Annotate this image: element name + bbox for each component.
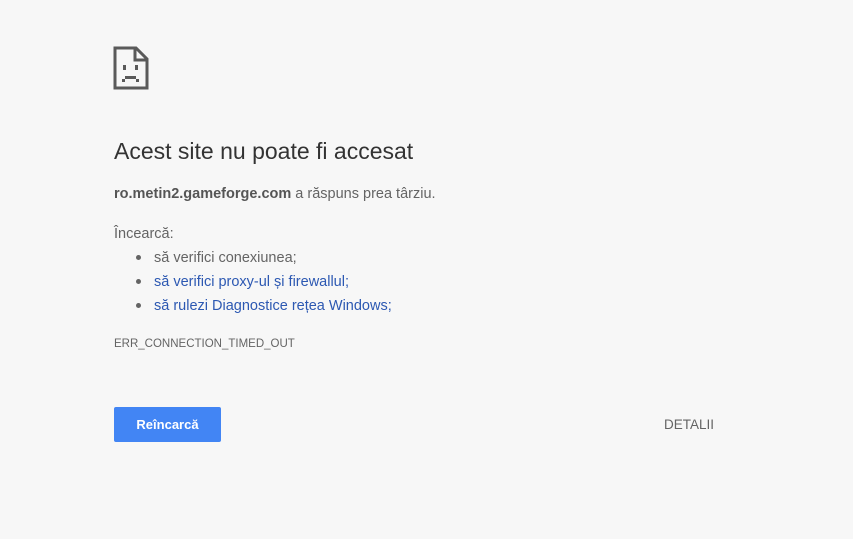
list-item: să verifici proxy-ul și firewallul; <box>114 272 392 296</box>
suggestion-network-diagnostics-link[interactable]: să rulezi Diagnostice rețea Windows; <box>154 298 392 314</box>
suggestions-label: Încearcă: <box>114 226 174 242</box>
error-summary-message: a răspuns prea târziu. <box>295 186 436 202</box>
error-summary: ro.metin2.gameforge.com a răspuns prea t… <box>114 186 436 202</box>
reload-button[interactable]: Reîncarcă <box>114 407 221 442</box>
details-button[interactable]: DETALII <box>640 407 738 442</box>
list-item: să verifici conexiunea; <box>114 248 392 272</box>
bullet-icon <box>136 279 141 284</box>
page-title: Acest site nu poate fi accesat <box>114 138 414 164</box>
sad-document-icon <box>113 46 149 90</box>
list-item: să rulezi Diagnostice rețea Windows; <box>114 296 392 320</box>
suggestion-check-connection: să verifici conexiunea; <box>154 250 297 266</box>
bullet-icon <box>136 255 141 260</box>
suggestions-list: să verifici conexiunea; să verifici prox… <box>114 248 392 320</box>
error-page: Acest site nu poate fi accesat ro.metin2… <box>0 0 853 539</box>
suggestion-check-proxy-link[interactable]: să verifici proxy-ul și firewallul; <box>154 274 349 290</box>
bullet-icon <box>136 303 141 308</box>
site-hostname: ro.metin2.gameforge.com <box>114 186 292 202</box>
error-code: ERR_CONNECTION_TIMED_OUT <box>114 338 295 350</box>
